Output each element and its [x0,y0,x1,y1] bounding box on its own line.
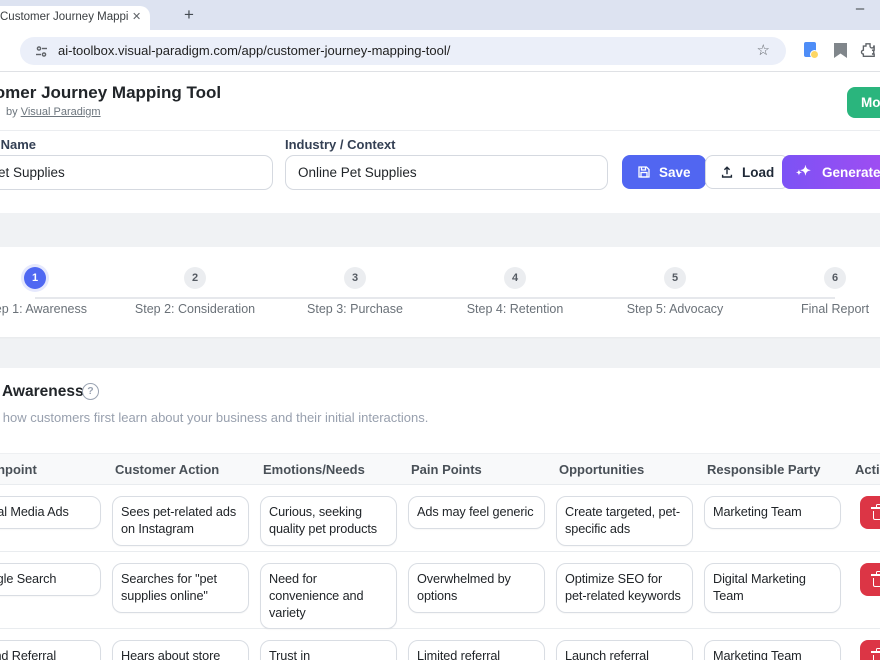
trash-icon [873,655,880,660]
customer-action-cell[interactable]: Sees pet-related ads on Instagram [112,496,249,546]
tab-title: Customer Journey Mapping Tool [0,11,128,23]
step-4-retention[interactable]: 4 Step 4: Retention [435,267,595,316]
opportunities-cell[interactable]: Optimize SEO for pet-related keywords [556,563,693,613]
responsible-party-cell[interactable]: Marketing Team [704,640,841,660]
stage-description: See how customers first learn about your… [0,410,428,425]
delete-row-button[interactable] [860,496,880,529]
col-opportunities: Opportunities [556,454,704,484]
stepper-card: 1 Step 1: Awareness 2 Step 2: Considerat… [0,247,880,337]
delete-row-button[interactable] [860,563,880,596]
section-gap [0,213,880,247]
window-minimize-button[interactable]: – [850,0,870,17]
more-button[interactable]: More [847,87,880,118]
pain-points-cell[interactable]: Limited referral [408,640,545,660]
step-6-final-report[interactable]: 6 Final Report [755,267,880,316]
industry-input[interactable] [285,155,608,190]
emotions-cell[interactable]: Trust in [260,640,397,660]
page-viewport: Customer Journey Mapping Tool by Visual … [0,73,880,660]
step-1-awareness[interactable]: 1 Step 1: Awareness [0,267,115,316]
browser-window: Customer Journey Mapping Tool ✕ + – ↻ ai… [0,0,880,660]
new-tab-button[interactable]: + [176,2,202,28]
stage-card: Awareness ? See how customers first lear… [0,368,880,660]
page-canvas: Customer Journey Mapping Tool by Visual … [0,73,880,660]
tab-strip: Customer Journey Mapping Tool ✕ + – [0,0,880,30]
tab-close-icon[interactable]: ✕ [132,10,141,23]
generate-with-ai-button[interactable]: ✦ ✦ Generate with AI [782,155,880,189]
emotions-cell[interactable]: Curious, seeking quality pet products [260,496,397,546]
name-input[interactable] [0,155,273,190]
customer-action-cell[interactable]: Hears about store [112,640,249,660]
table-row: Social Media Ads Sees pet-related ads on… [0,485,880,552]
emotions-cell[interactable]: Need for convenience and variety [260,563,397,629]
upload-icon [720,165,734,179]
site-settings-icon[interactable] [34,44,49,64]
table-row: Friend Referral Hears about store Trust … [0,629,880,660]
step-3-purchase[interactable]: 3 Step 3: Purchase [275,267,435,316]
col-emotions-needs: Emotions/Needs [260,454,408,484]
browser-toolbar: ↻ ai-toolbox.visual-paradigm.com/app/cus… [0,30,880,72]
opportunities-cell[interactable]: Launch referral [556,640,693,660]
opportunities-cell[interactable]: Create targeted, pet-specific ads [556,496,693,546]
address-bar[interactable]: ai-toolbox.visual-paradigm.com/app/custo… [20,37,786,65]
app-header: Customer Journey Mapping Tool by Visual … [0,73,880,131]
responsible-party-cell[interactable]: Digital Marketing Team [704,563,841,613]
trash-icon [873,578,880,587]
url-text: ai-toolbox.visual-paradigm.com/app/custo… [58,43,450,58]
load-button[interactable]: Load [705,155,789,189]
col-responsible-party: Responsible Party [704,454,852,484]
stepper: 1 Step 1: Awareness 2 Step 2: Considerat… [0,267,880,316]
col-customer-action: Customer Action [112,454,260,484]
extensions-puzzle-icon[interactable] [859,41,879,61]
name-label: Map Name [0,137,36,152]
touchpoint-cell[interactable]: Social Media Ads [0,496,101,529]
visual-paradigm-link[interactable]: Visual Paradigm [21,106,101,118]
page-title: Customer Journey Mapping Tool [0,83,221,103]
form-section: Map Name Industry / Context Save Load [0,131,880,213]
stage-title: Awareness [2,383,84,401]
step-2-consideration[interactable]: 2 Step 2: Consideration [115,267,275,316]
trash-icon [873,511,880,520]
table-header-row: Touchpoint Customer Action Emotions/Need… [0,453,880,485]
table-row: Google Search Searches for "pet supplies… [0,552,880,629]
col-pain-points: Pain Points [408,454,556,484]
bookmark-flag-icon[interactable] [831,41,851,61]
customer-action-cell[interactable]: Searches for "pet supplies online" [112,563,249,613]
industry-label: Industry / Context [285,137,396,152]
help-icon[interactable]: ? [82,383,99,400]
touchpoint-cell[interactable]: Google Search [0,563,101,596]
byline: by Visual Paradigm [6,106,101,118]
pain-points-cell[interactable]: Overwhelmed by options [408,563,545,613]
delete-row-button[interactable] [860,640,880,660]
reload-icon[interactable]: ↻ [0,42,1,60]
save-icon [637,165,651,179]
step-5-advocacy[interactable]: 5 Step 5: Advocacy [595,267,755,316]
col-touchpoint: Touchpoint [0,454,112,484]
col-actions: Actions [852,454,880,484]
pain-points-cell[interactable]: Ads may feel generic [408,496,545,529]
extension-icon[interactable] [801,41,821,61]
responsible-party-cell[interactable]: Marketing Team [704,496,841,529]
touchpoint-cell[interactable]: Friend Referral [0,640,101,660]
save-button[interactable]: Save [622,155,706,189]
section-gap [0,337,880,368]
bookmark-star-icon[interactable]: ☆ [757,41,770,59]
browser-tab[interactable]: Customer Journey Mapping Tool ✕ [0,6,150,30]
sparkles-icon: ✦ ✦ [798,164,814,180]
